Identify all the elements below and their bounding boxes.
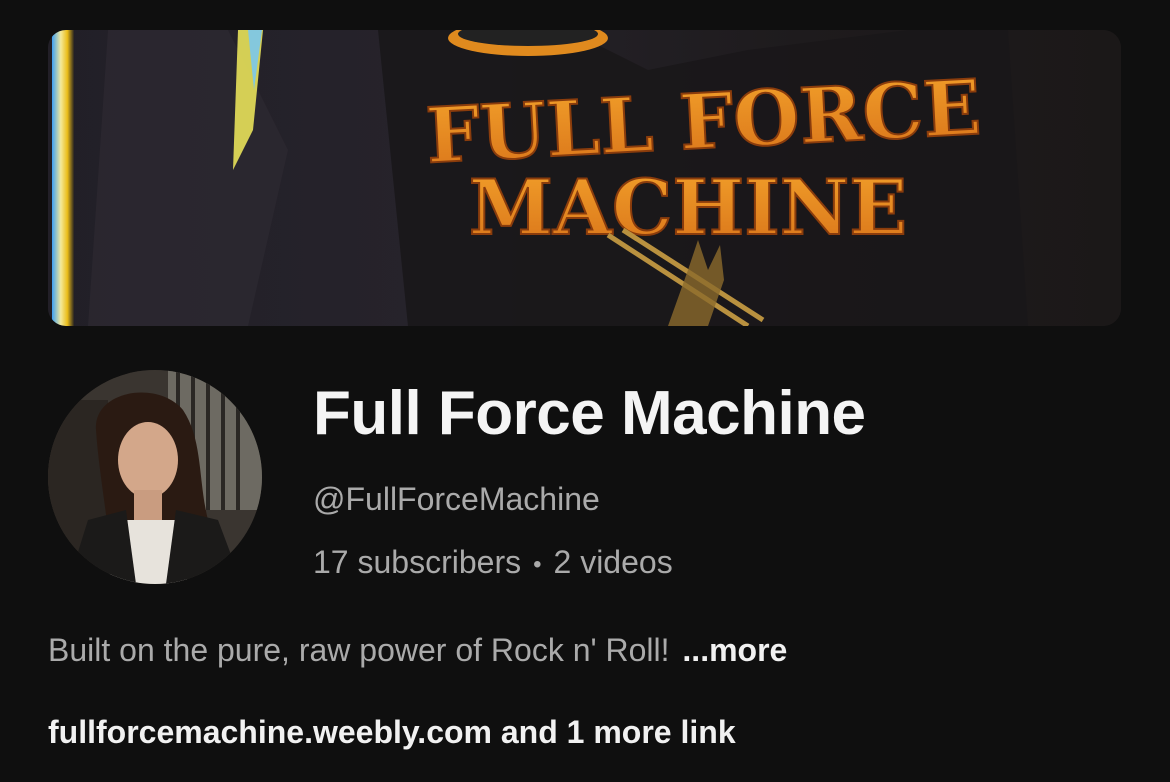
more-button[interactable]: ...more [682, 632, 787, 668]
stats-separator: • [533, 550, 542, 578]
channel-page: FULL FORCE MACHINE Full Force Machine @F… [0, 0, 1170, 782]
channel-name: Full Force Machine [313, 379, 866, 448]
primary-link[interactable]: fullforcemachine.weebly.com [48, 714, 492, 750]
channel-description[interactable]: Built on the pure, raw power of Rock n' … [48, 632, 787, 669]
channel-handle: @FullForceMachine [313, 481, 600, 517]
channel-stats: 17 subscribers • 2 videos [313, 544, 673, 581]
banner-artwork: FULL FORCE MACHINE [48, 30, 1121, 326]
channel-banner: FULL FORCE MACHINE [48, 30, 1121, 326]
description-text: Built on the pure, raw power of Rock n' … [48, 632, 670, 668]
avatar-photo [48, 370, 262, 584]
subscriber-count: 17 subscribers [313, 544, 522, 580]
more-links-button[interactable]: and 1 more link [501, 714, 736, 750]
video-count: 2 videos [553, 544, 673, 580]
banner-logo-line2: MACHINE [469, 163, 907, 252]
channel-links[interactable]: fullforcemachine.weebly.com and 1 more l… [48, 714, 736, 751]
channel-avatar[interactable] [48, 370, 262, 584]
